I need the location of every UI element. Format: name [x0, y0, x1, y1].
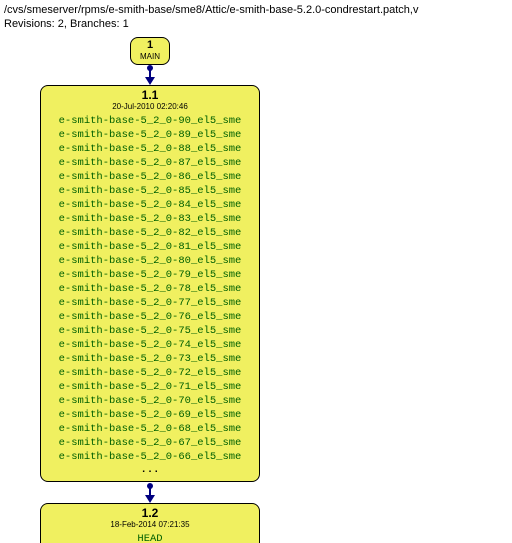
tag-line: e-smith-base-5_2_0-80_el5_sme	[41, 254, 259, 268]
tag-line: e-smith-base-5_2_0-78_el5_sme	[41, 282, 259, 296]
page: /cvs/smeserver/rpms/e-smith-base/sme8/At…	[0, 0, 512, 543]
repo-path: /cvs/smeserver/rpms/e-smith-base/sme8/At…	[4, 3, 508, 17]
tag-line: e-smith-base-5_2_0-77_el5_sme	[41, 296, 259, 310]
node-1-2[interactable]: 1.2 18-Feb-2014 07:21:35 HEAD	[40, 503, 260, 543]
tag-line: e-smith-base-5_2_0-67_el5_sme	[41, 436, 259, 450]
tag-line: e-smith-base-5_2_0-75_el5_sme	[41, 324, 259, 338]
tag-line: e-smith-base-5_2_0-74_el5_sme	[41, 338, 259, 352]
tag-line: e-smith-base-5_2_0-87_el5_sme	[41, 156, 259, 170]
node-1-2-number: 1.2	[41, 504, 259, 520]
header: /cvs/smeserver/rpms/e-smith-base/sme8/At…	[0, 0, 512, 31]
node-1-1[interactable]: 1.1 20-Jul-2010 02:20:46 e-smith-base-5_…	[40, 85, 260, 482]
tag-line: e-smith-base-5_2_0-83_el5_sme	[41, 212, 259, 226]
node-1-2-label: HEAD	[41, 532, 259, 543]
tag-ellipsis: ...	[41, 464, 259, 477]
connector-arrow	[145, 495, 155, 503]
node-main-number: 1	[131, 38, 169, 52]
node-1-1-number: 1.1	[41, 86, 259, 102]
connector-arrow	[145, 77, 155, 85]
tag-line: e-smith-base-5_2_0-85_el5_sme	[41, 184, 259, 198]
tag-line: e-smith-base-5_2_0-69_el5_sme	[41, 408, 259, 422]
tag-line: e-smith-base-5_2_0-79_el5_sme	[41, 268, 259, 282]
tag-list: e-smith-base-5_2_0-90_el5_smee-smith-bas…	[41, 114, 259, 464]
node-1-2-date: 18-Feb-2014 07:21:35	[41, 520, 259, 530]
node-main-label: MAIN	[131, 52, 169, 62]
tag-line: e-smith-base-5_2_0-66_el5_sme	[41, 450, 259, 464]
tag-line: e-smith-base-5_2_0-70_el5_sme	[41, 394, 259, 408]
tag-line: e-smith-base-5_2_0-68_el5_sme	[41, 422, 259, 436]
node-main[interactable]: 1 MAIN	[130, 37, 170, 65]
tag-line: e-smith-base-5_2_0-81_el5_sme	[41, 240, 259, 254]
tag-line: e-smith-base-5_2_0-86_el5_sme	[41, 170, 259, 184]
node-1-1-date: 20-Jul-2010 02:20:46	[41, 102, 259, 112]
tag-line: e-smith-base-5_2_0-72_el5_sme	[41, 366, 259, 380]
tag-line: e-smith-base-5_2_0-82_el5_sme	[41, 226, 259, 240]
tag-line: e-smith-base-5_2_0-88_el5_sme	[41, 142, 259, 156]
tag-line: e-smith-base-5_2_0-73_el5_sme	[41, 352, 259, 366]
tag-line: e-smith-base-5_2_0-90_el5_sme	[41, 114, 259, 128]
tag-line: e-smith-base-5_2_0-84_el5_sme	[41, 198, 259, 212]
revisions-line: Revisions: 2, Branches: 1	[4, 17, 508, 31]
tag-line: e-smith-base-5_2_0-89_el5_sme	[41, 128, 259, 142]
tag-line: e-smith-base-5_2_0-71_el5_sme	[41, 380, 259, 394]
tag-line: e-smith-base-5_2_0-76_el5_sme	[41, 310, 259, 324]
